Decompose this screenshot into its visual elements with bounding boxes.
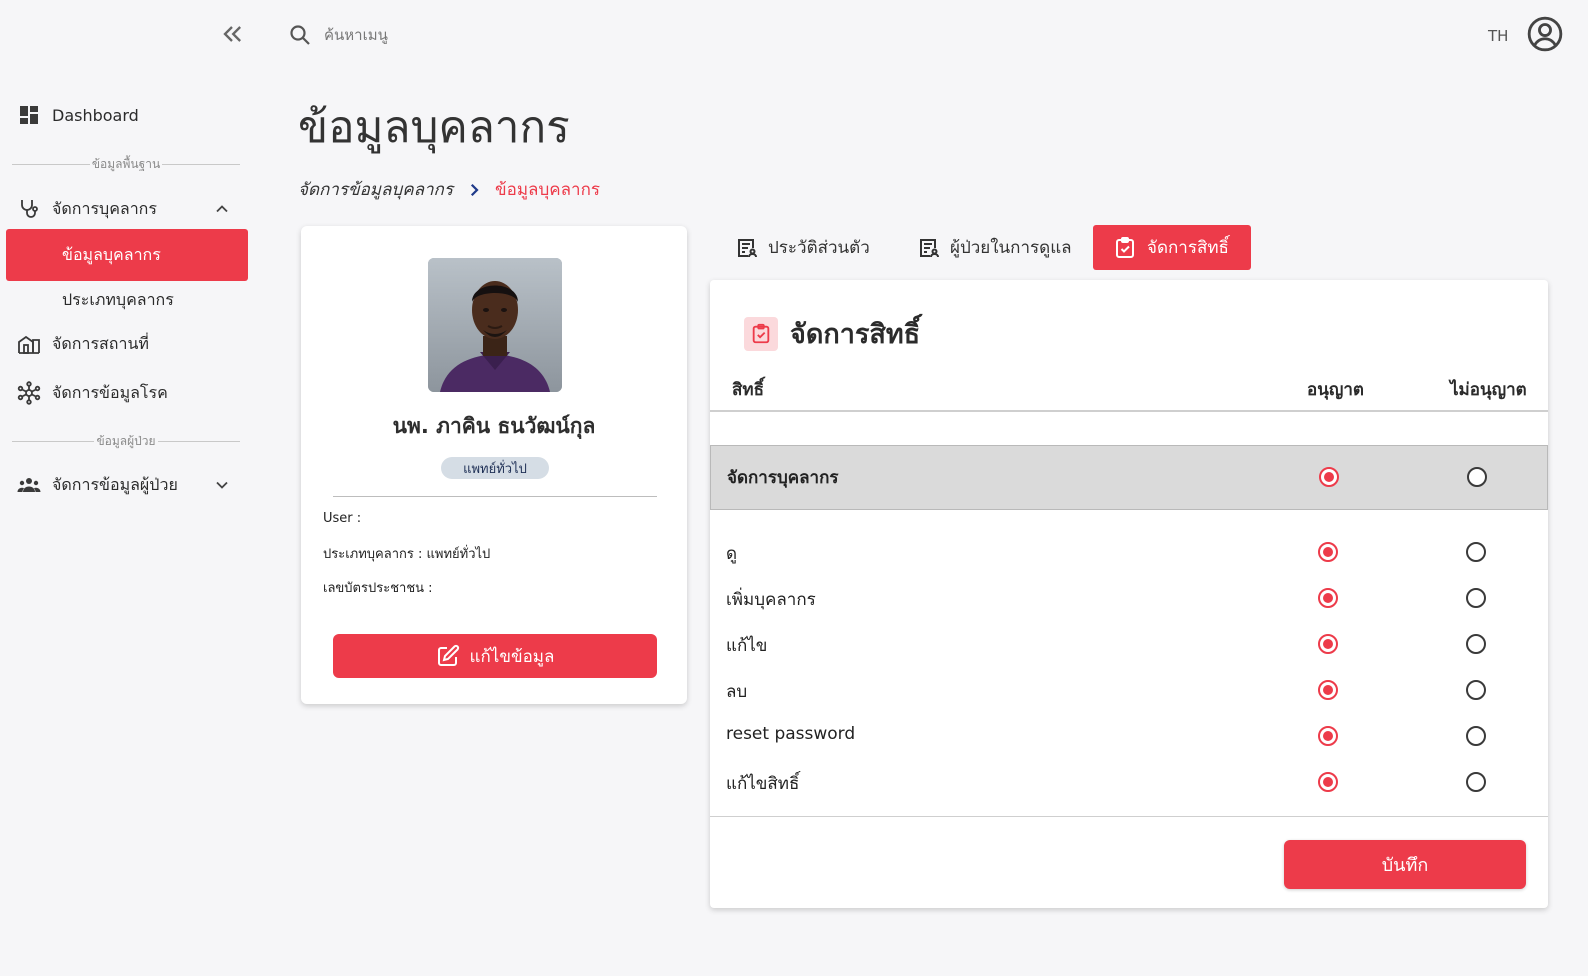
sidebar-item-dashboard[interactable]: Dashboard [0,93,256,137]
save-button[interactable]: บันทึก [1284,840,1526,889]
section-label: ข้อมูลพื้นฐาน [91,156,161,171]
tab-patients-in-care[interactable]: ผู้ป่วยในการดูแล [896,225,1094,270]
footer-divider [710,816,1548,817]
search-input[interactable] [324,26,624,44]
permission-row: เพิ่มบุคลากร [710,578,1548,618]
permission-label: แก้ไขสิทธิ์ [726,774,800,794]
permission-row: ดู [710,532,1548,572]
permission-label: ดู [726,544,738,564]
tab-label: ผู้ป่วยในการดูแล [950,238,1072,258]
deny-radio[interactable] [1466,726,1486,746]
deny-radio[interactable] [1466,772,1486,792]
sidebar-item-staff-management[interactable]: จัดการบุคลากร [0,187,256,231]
edit-profile-button[interactable]: แก้ไขข้อมูล [333,634,657,678]
permission-row: แก้ไข [710,624,1548,664]
sidebar-item-label: จัดการบุคลากร [52,198,157,218]
building-icon [16,331,42,357]
breadcrumb: จัดการข้อมูลบุคลากร ข้อมูลบุคลากร [298,176,600,203]
molecule-icon [16,380,42,406]
sidebar-item-patients[interactable]: จัดการข้อมูลผู้ป่วย [0,463,256,507]
tab-personal-history[interactable]: ประวัติส่วนตัว [714,225,892,270]
profile-card: นพ. ภาคิน ธนวัฒน์กุล แพทย์ทั่วไป User : … [301,226,687,704]
document-person-icon [916,236,940,260]
language-switch[interactable]: TH [1488,27,1508,45]
permission-group-label: จัดการบุคลากร [727,468,839,488]
section-divider-basic: ข้อมูลพื้นฐาน [12,154,241,174]
profile-photo [428,258,562,392]
search-icon [288,23,312,47]
edit-profile-label: แก้ไขข้อมูล [469,646,555,667]
deny-radio[interactable] [1466,634,1486,654]
profile-name: นพ. ภาคิน ธนวัฒน์กุล [392,414,596,438]
user-circle-icon [1526,16,1564,57]
tab-permissions[interactable]: จัดการสิทธิ์ [1093,225,1251,270]
info-national-id: เลขบัตรประชาชน : [323,581,433,596]
column-header-permission: สิทธิ์ [732,380,764,400]
role-badge: แพทย์ทั่วไป [441,457,549,479]
allow-radio[interactable] [1318,634,1338,654]
permission-row: แก้ไขสิทธิ์ [710,762,1548,802]
allow-radio[interactable] [1318,588,1338,608]
clipboard-check-icon [1113,236,1137,260]
people-group-icon [16,472,42,498]
allow-radio[interactable] [1318,542,1338,562]
section-divider-patient: ข้อมูลผู้ป่วย [12,431,240,451]
allow-radio[interactable] [1318,680,1338,700]
deny-radio[interactable] [1467,467,1487,487]
stethoscope-icon [16,196,42,222]
deny-radio[interactable] [1466,542,1486,562]
section-label: ข้อมูลผู้ป่วย [96,433,156,448]
tab-label: จัดการสิทธิ์ [1147,238,1229,258]
sidebar-item-diseases[interactable]: จัดการข้อมูลโรค [0,371,256,415]
tab-label: ประวัติส่วนตัว [768,238,870,258]
deny-radio[interactable] [1466,680,1486,700]
header-divider [710,410,1548,412]
sidebar-subitem-staff-type[interactable]: ประเภทบุคลากร [6,274,248,326]
allow-radio[interactable] [1319,467,1339,487]
sidebar-subitem-label: ประเภทบุคลากร [62,289,174,309]
info-staff-type: ประเภทบุคลากร : แพทย์ทั่วไป [323,547,491,562]
sidebar-item-label: จัดการข้อมูลโรค [52,382,168,402]
chevron-up-icon [212,199,232,219]
document-person-icon [734,236,758,260]
sidebar-item-label: Dashboard [52,105,139,125]
account-button[interactable] [1526,15,1564,53]
divider [333,496,657,497]
breadcrumb-current: ข้อมูลบุคลากร [494,180,600,200]
sidebar-item-label: จัดการข้อมูลผู้ป่วย [52,474,178,494]
permission-label: reset password [726,724,856,744]
column-header-allow: อนุญาต [1307,380,1364,400]
sidebar-item-locations[interactable]: จัดการสถานที่ [0,322,256,366]
permissions-panel: จัดการสิทธิ์ สิทธิ์ อนุญาต ไม่อนุญาต จัด… [710,280,1548,908]
panel-title: จัดการสิทธิ์ [790,319,921,350]
sidebar: Dashboard ข้อมูลพื้นฐาน จัดการบุคลากร ข้… [0,0,256,976]
allow-radio[interactable] [1318,772,1338,792]
edit-icon [436,644,460,668]
panel-header: จัดการสิทธิ์ [744,312,920,355]
permission-label: ลบ [726,682,748,702]
sidebar-collapse-button[interactable] [218,20,250,48]
permission-label: เพิ่มบุคลากร [726,590,816,610]
breadcrumb-link[interactable]: จัดการข้อมูลบุคลากร [298,176,453,203]
permission-group-row: จัดการบุคลากร [710,445,1548,510]
dashboard-icon [16,102,42,128]
chevron-right-icon [465,181,483,199]
sidebar-item-label: จัดการสถานที่ [52,333,149,353]
permission-row: ลบ [710,670,1548,710]
info-user: User : [323,511,362,526]
app-root: Dashboard ข้อมูลพื้นฐาน จัดการบุคลากร ข้… [0,0,1588,976]
column-header-deny: ไม่อนุญาต [1450,380,1527,400]
menu-search [288,20,688,50]
double-chevron-left-icon [218,26,246,52]
clipboard-check-icon [744,316,778,351]
permission-row: reset password [710,716,1548,756]
permission-label: แก้ไข [726,636,768,656]
chevron-down-icon [212,475,232,495]
allow-radio[interactable] [1318,726,1338,746]
deny-radio[interactable] [1466,588,1486,608]
page-title: ข้อมูลบุคลากร [298,102,570,153]
sidebar-subitem-label: ข้อมูลบุคลากร [62,244,161,264]
